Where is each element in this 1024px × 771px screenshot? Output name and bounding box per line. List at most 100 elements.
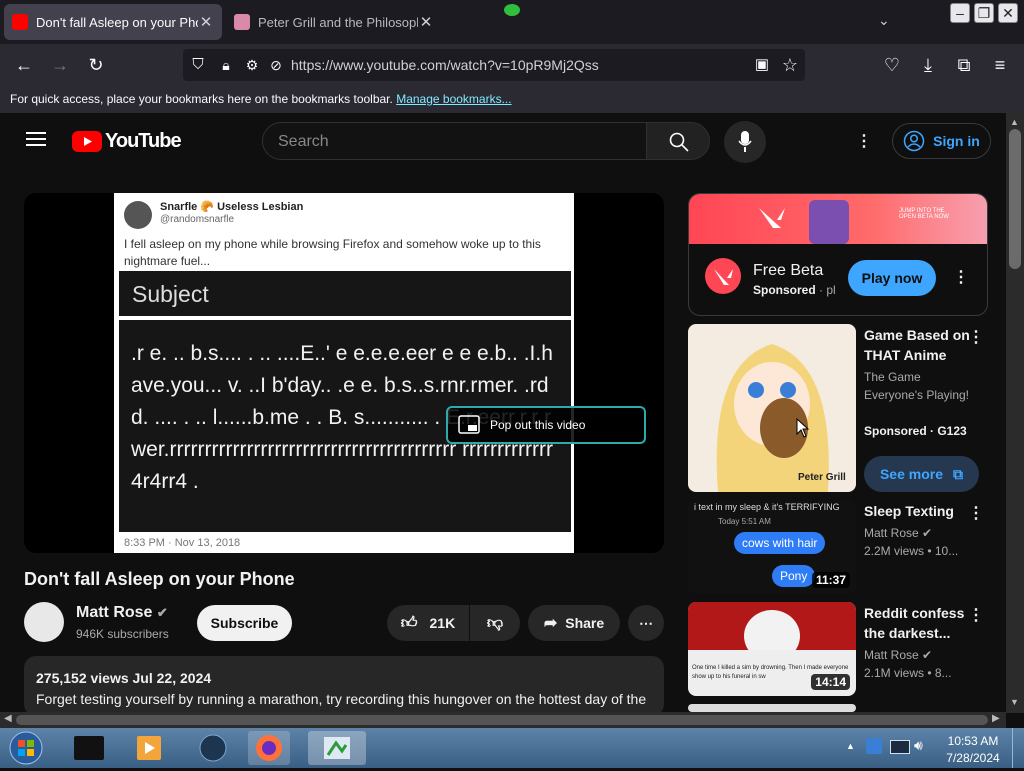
related-thumbnail[interactable]: Peter Grill [688, 324, 856, 492]
related-thumbnail[interactable] [688, 704, 856, 712]
picture-in-picture-icon [458, 415, 480, 434]
taskbar-clock[interactable]: 10:53 AM 7/28/2024 [938, 733, 1008, 767]
show-desktop-button[interactable] [1012, 728, 1024, 768]
share-button[interactable]: ➦ Share [528, 605, 620, 641]
scroll-left-icon[interactable]: ◀ [4, 713, 12, 724]
search-icon [669, 132, 689, 152]
tray-volume-icon[interactable]: 🔊︎ [914, 737, 923, 754]
related-more-icon[interactable]: ⋮ [966, 327, 986, 347]
related-title[interactable]: Sleep Texting [864, 501, 974, 521]
url-text[interactable]: https://www.youtube.com/watch?v=10pR9Mj2… [291, 57, 599, 73]
sponsored-ad-card[interactable]: JUMP INTO THE OPEN BETA NOW Free Beta Sp… [688, 193, 988, 316]
ad-banner: JUMP INTO THE OPEN BETA NOW [689, 194, 987, 244]
manage-bookmarks-link[interactable]: Manage bookmarks... [396, 92, 511, 106]
related-thumbnail[interactable]: One time I killed a sim by drowning. The… [688, 602, 856, 696]
sign-in-button[interactable]: Sign in [892, 123, 991, 159]
tweet-handle: @randomsnarfle [160, 214, 235, 225]
related-thumbnail[interactable]: i text in my sleep & it's TERRIFYING Tod… [688, 500, 856, 594]
channel-name[interactable]: Matt Rose [76, 604, 152, 621]
ad-sponsored: Sponsored [753, 283, 816, 297]
dislike-button[interactable]: 👎︎ [470, 605, 520, 641]
scroll-right-icon[interactable]: ▶ [992, 713, 1000, 724]
tweet-date: 8:33 PM · Nov 13, 2018 [124, 537, 241, 549]
menu-hamburger-icon[interactable]: ≡ [988, 53, 1012, 77]
vertical-scrollbar[interactable]: ▲ ▼ [1006, 113, 1024, 713]
bookmarks-notice: For quick access, place your bookmarks h… [10, 92, 393, 106]
start-button[interactable] [6, 730, 46, 766]
restore-window-icon[interactable]: ❐ [974, 3, 994, 23]
related-more-icon[interactable]: ⋮ [966, 503, 986, 523]
more-actions-button[interactable]: ⋯ [628, 605, 664, 641]
search-placeholder: Search [278, 133, 329, 150]
description-text: Forget testing yourself by running a mar… [36, 691, 647, 707]
related-title[interactable]: Game Based on THAT Anime [864, 325, 974, 365]
valorant-logo-icon [759, 208, 785, 228]
guide-menu-icon[interactable] [26, 131, 46, 147]
tab-list-chevron-icon[interactable]: ⌄ [878, 12, 890, 29]
taskbar-app-firefox-icon[interactable] [248, 731, 290, 765]
bookmark-star-icon[interactable]: ☆ [778, 53, 802, 77]
reload-icon[interactable]: ↻ [84, 53, 108, 77]
channel-avatar[interactable] [24, 602, 64, 642]
views-and-date: 275,152 views Jul 22, 2024 [36, 670, 212, 686]
pocket-icon[interactable]: ♡ [880, 53, 904, 77]
taskbar-app-globe-icon[interactable] [192, 731, 234, 765]
permissions-icon[interactable]: ⚙ [240, 53, 264, 77]
horizontal-scrollbar[interactable]: ◀ ▶ [0, 712, 1006, 728]
picture-in-picture-icon[interactable]: ▣ [750, 53, 774, 77]
chat-bubble: cows with hair [734, 532, 826, 554]
minimize-window-icon[interactable]: – [950, 3, 970, 23]
scrollbar-thumb[interactable] [1009, 129, 1021, 269]
ad-more-icon[interactable]: ⋮ [951, 267, 971, 287]
youtube-play-logo-icon [72, 131, 102, 152]
play-now-button[interactable]: Play now [848, 260, 936, 296]
subscriber-count: 946K subscribers [76, 627, 169, 641]
voice-search-button[interactable] [724, 121, 766, 163]
related-meta: Sponsored · G123 [864, 422, 974, 440]
tab-title: Don't fall Asleep on your Phone [36, 14, 198, 30]
shield-icon[interactable]: ⛉ [186, 53, 210, 77]
search-button[interactable] [646, 122, 710, 160]
related-title[interactable]: Reddit confess the darkest... [864, 603, 974, 643]
video-description[interactable]: 275,152 views Jul 22, 2024 Forget testin… [24, 656, 664, 716]
scrollbar-thumb[interactable] [16, 715, 988, 725]
more-horizontal-icon: ⋯ [639, 614, 653, 631]
extensions-icon[interactable]: ⧉ [952, 53, 976, 77]
back-arrow-icon[interactable]: ← [12, 53, 36, 77]
thumbnail-time: Today 5:51 AM [718, 517, 771, 526]
video-title: Don't fall Asleep on your Phone [24, 569, 295, 589]
tab-active[interactable]: Don't fall Asleep on your Phone ✕ [4, 4, 222, 40]
taskbar-app-media-icon[interactable] [128, 731, 170, 765]
show-hidden-icons-icon[interactable]: ▲ [846, 741, 855, 751]
scroll-up-icon[interactable]: ▲ [1010, 117, 1019, 127]
pop-out-label: Pop out this video [490, 418, 586, 432]
downloads-icon[interactable]: ⤓ [916, 53, 940, 77]
tray-network-icon[interactable] [866, 738, 882, 754]
like-button[interactable]: 👍︎ 21K [387, 605, 469, 641]
subscribe-button[interactable]: Subscribe [197, 605, 292, 641]
settings-more-icon[interactable]: ⋮ [854, 131, 874, 151]
youtube-logo[interactable]: YouTube [72, 130, 182, 153]
related-channel[interactable]: Matt Rose [864, 526, 919, 540]
duration-badge: 11:37 [811, 572, 850, 588]
search-input[interactable]: Search [262, 122, 647, 160]
close-tab-icon[interactable]: ✕ [418, 13, 434, 31]
taskbar-app-terminal-icon[interactable] [68, 731, 110, 765]
close-tab-icon[interactable]: ✕ [198, 13, 214, 31]
related-more-icon[interactable]: ⋮ [966, 605, 986, 625]
forward-arrow-icon[interactable]: → [48, 53, 72, 77]
see-more-button[interactable]: See more ⧉ [864, 456, 979, 492]
lock-icon[interactable]: 🔒︎ [214, 53, 238, 77]
related-channel[interactable]: Matt Rose [864, 648, 919, 662]
duration-badge: 14:14 [811, 674, 850, 690]
anime-girl-thumbnail-image [716, 344, 829, 492]
tab-inactive[interactable]: Peter Grill and the Philosopher ✕ [226, 4, 442, 40]
tray-display-icon[interactable] [890, 740, 910, 754]
external-link-icon: ⧉ [953, 465, 964, 482]
tracking-blocked-icon[interactable]: ⊘ [264, 53, 288, 77]
thumbs-down-icon: 👎︎ [486, 614, 504, 632]
pop-out-video-button[interactable]: Pop out this video [446, 406, 646, 444]
close-window-icon[interactable]: ✕ [998, 3, 1018, 23]
scroll-down-icon[interactable]: ▼ [1010, 697, 1019, 707]
taskbar-app-active-icon[interactable] [308, 731, 366, 765]
